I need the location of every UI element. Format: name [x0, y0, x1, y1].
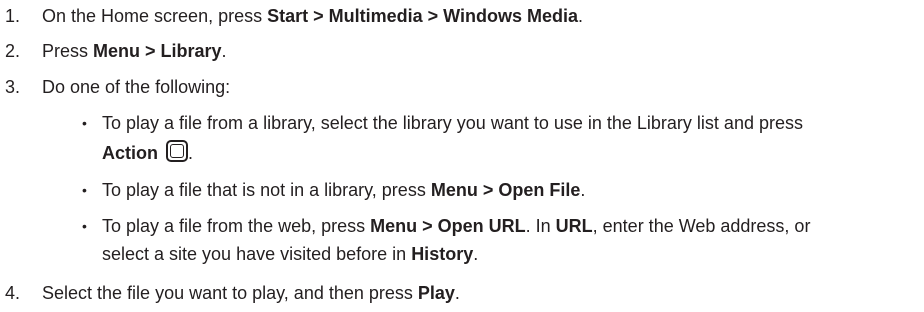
step-text: On the Home screen, press Start > Multim…: [42, 6, 584, 26]
step-number: 2.: [5, 41, 21, 61]
menu-path: Menu > Library: [93, 41, 222, 61]
menu-path: Start > Multimedia > Windows Media: [267, 6, 578, 26]
menu-path: Menu > Open URL: [370, 216, 526, 236]
step-number: 4.: [5, 283, 21, 303]
step-number: 1.: [5, 6, 21, 26]
field-name: URL: [555, 216, 593, 236]
bullet: •: [82, 218, 87, 234]
action-label: Action: [102, 143, 158, 163]
step-text: Select the file you want to play, and th…: [42, 283, 460, 303]
bullet: •: [82, 115, 87, 131]
step-text: Do one of the following:: [42, 77, 231, 97]
option-text-continued: Action .: [102, 140, 193, 164]
option-text: To play a file that is not in a library,…: [102, 180, 586, 200]
option-text: To play a file from the web, press Menu …: [102, 216, 811, 236]
button-name: Play: [417, 283, 455, 303]
menu-path: Menu > Open File: [430, 180, 581, 200]
step-number: 3.: [5, 77, 21, 97]
step-text: Press Menu > Library.: [42, 41, 227, 61]
field-name: History: [411, 244, 474, 264]
bullet: •: [82, 182, 87, 198]
option-text: To play a file from a library, select th…: [102, 113, 803, 133]
action-button-icon: [166, 140, 189, 162]
option-text-continued: select a site you have visited before in…: [102, 244, 479, 264]
